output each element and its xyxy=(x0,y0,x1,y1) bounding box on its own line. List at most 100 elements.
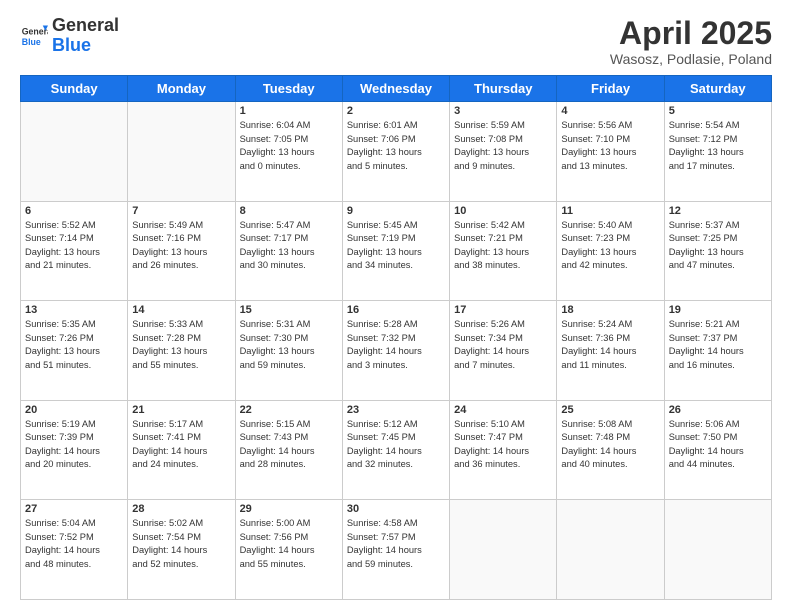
logo-general: General xyxy=(52,15,119,35)
day-info: Sunrise: 5:59 AM Sunset: 7:08 PM Dayligh… xyxy=(454,119,552,173)
day-cell-2: 2 Sunrise: 6:01 AM Sunset: 7:06 PM Daylig… xyxy=(342,102,449,202)
day-info: Sunrise: 5:45 AM Sunset: 7:19 PM Dayligh… xyxy=(347,219,445,273)
day-info: Sunrise: 5:00 AM Sunset: 7:56 PM Dayligh… xyxy=(240,517,338,571)
day-number: 11 xyxy=(561,205,659,217)
page: General Blue General Blue April 2025 Was… xyxy=(0,0,792,612)
day-cell-22: 22Sunrise: 5:15 AM Sunset: 7:43 PM Dayli… xyxy=(235,400,342,500)
day-cell-23: 23 Sunrise: 5:12 AM Sunset: 7:45 PM Dayli… xyxy=(342,400,449,500)
col-header-saturday: Saturday xyxy=(664,76,771,102)
day-cell-empty-4-5 xyxy=(557,500,664,600)
calendar-table: SundayMondayTuesdayWednesdayThursdayFrid… xyxy=(20,75,772,600)
day-cell-8: 8Sunrise: 5:47 AM Sunset: 7:17 PM Daylig… xyxy=(235,201,342,301)
day-cell-13: 13 Sunrise: 5:35 AM Sunset: 7:26 PM Dayli… xyxy=(21,301,128,401)
header-row: SundayMondayTuesdayWednesdayThursdayFrid… xyxy=(21,76,772,102)
week-row-1: 6Sunrise: 5:52 AM Sunset: 7:14 PM Daylig… xyxy=(21,201,772,301)
day-number: 10 xyxy=(454,205,552,217)
day-number: 19 xyxy=(669,304,767,316)
day-number: 12 xyxy=(669,205,767,217)
day-cell-24: 24Sunrise: 5:10 AM Sunset: 7:47 PM Dayli… xyxy=(450,400,557,500)
day-info: Sunrise: 5:21 AM Sunset: 7:37 PM Dayligh… xyxy=(669,318,767,372)
day-cell-18: 18 Sunrise: 5:24 AM Sunset: 7:36 PM Dayli… xyxy=(557,301,664,401)
day-info: Sunrise: 5:42 AM Sunset: 7:21 PM Dayligh… xyxy=(454,219,552,273)
week-row-2: 13 Sunrise: 5:35 AM Sunset: 7:26 PM Dayli… xyxy=(21,301,772,401)
day-number: 26 xyxy=(669,404,767,416)
day-number: 25 xyxy=(561,404,659,416)
day-cell-empty-4-6 xyxy=(664,500,771,600)
day-number: 18 xyxy=(561,304,659,316)
day-info: Sunrise: 5:17 AM Sunset: 7:41 PM Dayligh… xyxy=(132,418,230,472)
day-info: Sunrise: 5:04 AM Sunset: 7:52 PM Dayligh… xyxy=(25,517,123,571)
day-info: Sunrise: 5:54 AM Sunset: 7:12 PM Dayligh… xyxy=(669,119,767,173)
day-number: 14 xyxy=(132,304,230,316)
day-info: Sunrise: 5:08 AM Sunset: 7:48 PM Dayligh… xyxy=(561,418,659,472)
day-number: 27 xyxy=(25,503,123,515)
day-number: 5 xyxy=(669,105,767,117)
col-header-friday: Friday xyxy=(557,76,664,102)
day-number: 2 xyxy=(347,105,445,117)
day-cell-6: 6Sunrise: 5:52 AM Sunset: 7:14 PM Daylig… xyxy=(21,201,128,301)
day-number: 24 xyxy=(454,404,552,416)
day-info: Sunrise: 5:28 AM Sunset: 7:32 PM Dayligh… xyxy=(347,318,445,372)
day-info: Sunrise: 5:37 AM Sunset: 7:25 PM Dayligh… xyxy=(669,219,767,273)
day-info: Sunrise: 5:26 AM Sunset: 7:34 PM Dayligh… xyxy=(454,318,552,372)
day-number: 23 xyxy=(347,404,445,416)
svg-text:Blue: Blue xyxy=(22,37,41,47)
day-number: 1 xyxy=(240,105,338,117)
day-cell-27: 27 Sunrise: 5:04 AM Sunset: 7:52 PM Dayli… xyxy=(21,500,128,600)
title-block: April 2025 Wasosz, Podlasie, Poland xyxy=(610,16,772,67)
day-cell-16: 16 Sunrise: 5:28 AM Sunset: 7:32 PM Dayli… xyxy=(342,301,449,401)
col-header-thursday: Thursday xyxy=(450,76,557,102)
day-number: 16 xyxy=(347,304,445,316)
day-cell-14: 14 Sunrise: 5:33 AM Sunset: 7:28 PM Dayli… xyxy=(128,301,235,401)
day-cell-26: 26 Sunrise: 5:06 AM Sunset: 7:50 PM Dayli… xyxy=(664,400,771,500)
day-cell-1: 1 Sunrise: 6:04 AM Sunset: 7:05 PM Daylig… xyxy=(235,102,342,202)
logo: General Blue General Blue xyxy=(20,16,119,56)
location: Wasosz, Podlasie, Poland xyxy=(610,51,772,67)
day-cell-21: 21 Sunrise: 5:17 AM Sunset: 7:41 PM Dayli… xyxy=(128,400,235,500)
day-info: Sunrise: 5:33 AM Sunset: 7:28 PM Dayligh… xyxy=(132,318,230,372)
day-cell-28: 28 Sunrise: 5:02 AM Sunset: 7:54 PM Dayli… xyxy=(128,500,235,600)
day-number: 9 xyxy=(347,205,445,217)
day-info: Sunrise: 5:06 AM Sunset: 7:50 PM Dayligh… xyxy=(669,418,767,472)
day-info: Sunrise: 5:49 AM Sunset: 7:16 PM Dayligh… xyxy=(132,219,230,273)
col-header-monday: Monday xyxy=(128,76,235,102)
day-number: 6 xyxy=(25,205,123,217)
logo-blue: Blue xyxy=(52,35,91,55)
day-cell-19: 19 Sunrise: 5:21 AM Sunset: 7:37 PM Dayli… xyxy=(664,301,771,401)
day-cell-4: 4Sunrise: 5:56 AM Sunset: 7:10 PM Daylig… xyxy=(557,102,664,202)
day-number: 28 xyxy=(132,503,230,515)
day-cell-7: 7Sunrise: 5:49 AM Sunset: 7:16 PM Daylig… xyxy=(128,201,235,301)
day-number: 29 xyxy=(240,503,338,515)
day-number: 30 xyxy=(347,503,445,515)
logo-icon: General Blue xyxy=(20,22,48,50)
day-cell-9: 9 Sunrise: 5:45 AM Sunset: 7:19 PM Daylig… xyxy=(342,201,449,301)
col-header-tuesday: Tuesday xyxy=(235,76,342,102)
day-info: Sunrise: 5:12 AM Sunset: 7:45 PM Dayligh… xyxy=(347,418,445,472)
day-cell-5: 5 Sunrise: 5:54 AM Sunset: 7:12 PM Daylig… xyxy=(664,102,771,202)
day-number: 22 xyxy=(240,404,338,416)
day-cell-empty-0-0 xyxy=(21,102,128,202)
day-cell-empty-4-4 xyxy=(450,500,557,600)
logo-text: General Blue xyxy=(52,16,119,56)
day-cell-25: 25 Sunrise: 5:08 AM Sunset: 7:48 PM Dayli… xyxy=(557,400,664,500)
day-info: Sunrise: 5:02 AM Sunset: 7:54 PM Dayligh… xyxy=(132,517,230,571)
day-number: 4 xyxy=(561,105,659,117)
day-info: Sunrise: 5:40 AM Sunset: 7:23 PM Dayligh… xyxy=(561,219,659,273)
col-header-wednesday: Wednesday xyxy=(342,76,449,102)
day-cell-10: 10 Sunrise: 5:42 AM Sunset: 7:21 PM Dayli… xyxy=(450,201,557,301)
day-info: Sunrise: 5:24 AM Sunset: 7:36 PM Dayligh… xyxy=(561,318,659,372)
day-info: Sunrise: 5:35 AM Sunset: 7:26 PM Dayligh… xyxy=(25,318,123,372)
day-cell-20: 20Sunrise: 5:19 AM Sunset: 7:39 PM Dayli… xyxy=(21,400,128,500)
day-cell-15: 15 Sunrise: 5:31 AM Sunset: 7:30 PM Dayli… xyxy=(235,301,342,401)
day-number: 21 xyxy=(132,404,230,416)
day-info: Sunrise: 4:58 AM Sunset: 7:57 PM Dayligh… xyxy=(347,517,445,571)
day-cell-11: 11 Sunrise: 5:40 AM Sunset: 7:23 PM Dayli… xyxy=(557,201,664,301)
week-row-0: 1 Sunrise: 6:04 AM Sunset: 7:05 PM Daylig… xyxy=(21,102,772,202)
day-cell-17: 17Sunrise: 5:26 AM Sunset: 7:34 PM Dayli… xyxy=(450,301,557,401)
week-row-4: 27 Sunrise: 5:04 AM Sunset: 7:52 PM Dayli… xyxy=(21,500,772,600)
day-number: 15 xyxy=(240,304,338,316)
day-info: Sunrise: 5:31 AM Sunset: 7:30 PM Dayligh… xyxy=(240,318,338,372)
day-info: Sunrise: 6:04 AM Sunset: 7:05 PM Dayligh… xyxy=(240,119,338,173)
day-number: 13 xyxy=(25,304,123,316)
day-info: Sunrise: 6:01 AM Sunset: 7:06 PM Dayligh… xyxy=(347,119,445,173)
